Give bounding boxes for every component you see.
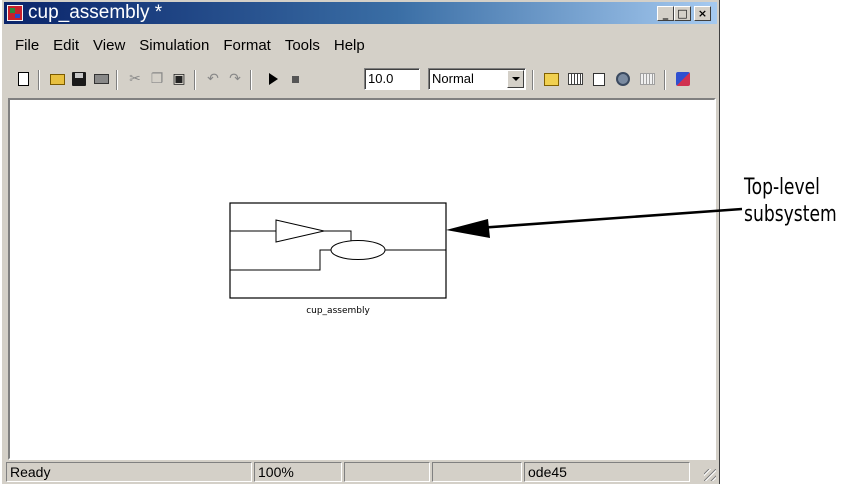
annotation-label: Top-level subsystem: [744, 174, 837, 228]
annotation-line-2: subsystem: [744, 202, 837, 227]
annotation-arrow: [446, 207, 743, 238]
annotation-line-1: Top-level: [744, 175, 820, 200]
